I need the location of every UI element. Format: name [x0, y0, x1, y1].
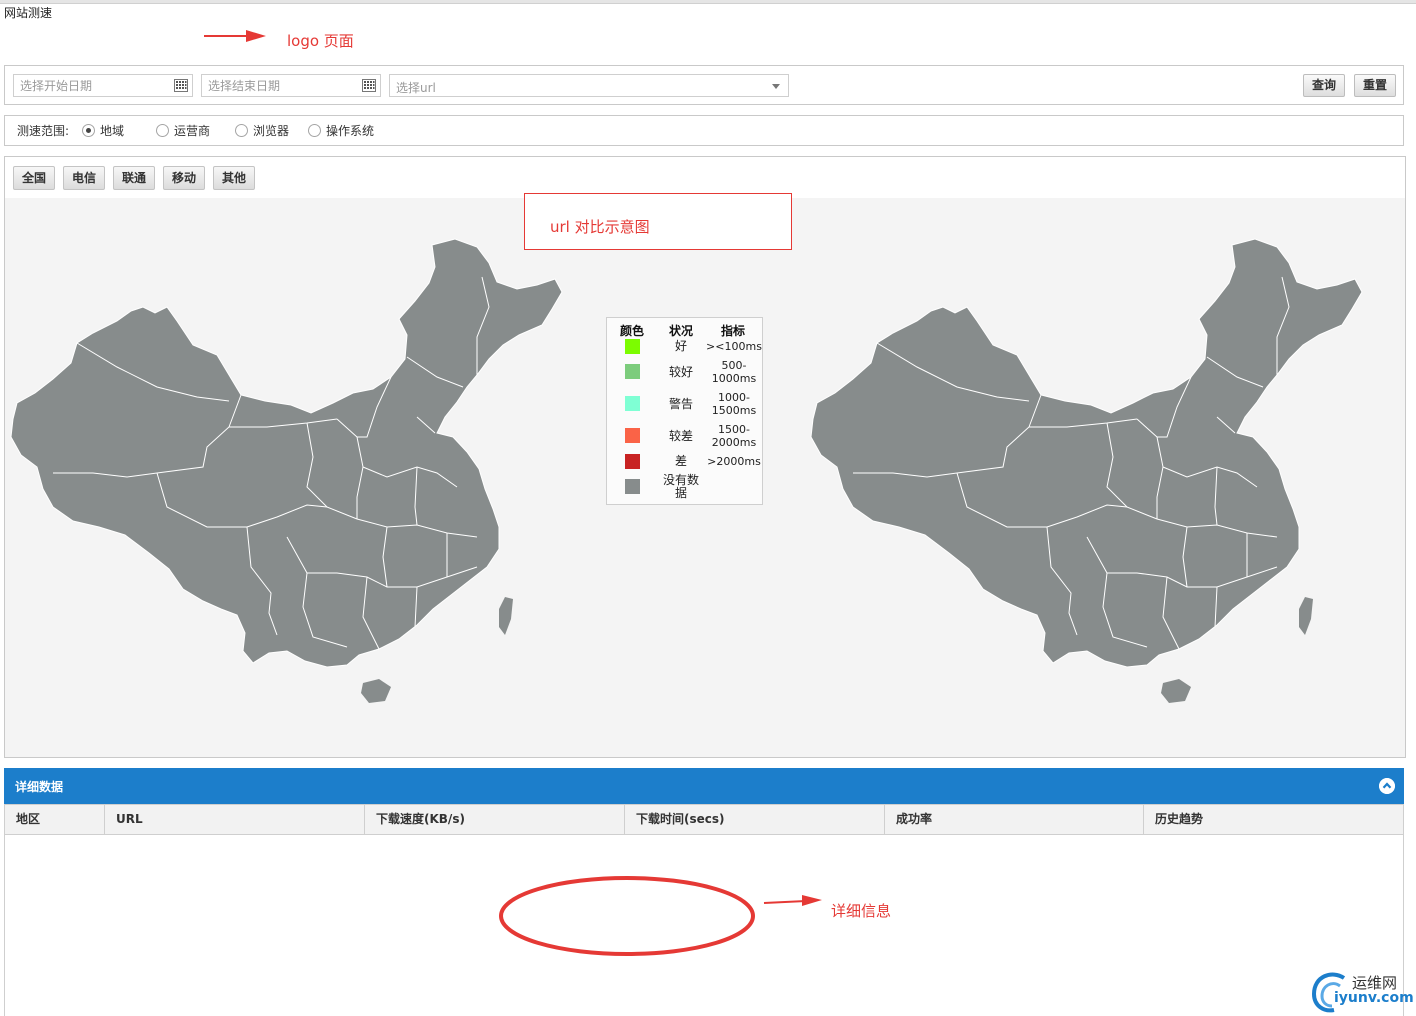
scope-label: 测速范围:: [17, 124, 70, 138]
legend: 颜色 状况 指标 好 ><100ms 较好 500-1000ms 警告 1000…: [606, 317, 763, 505]
scope-option-carrier[interactable]: 运营商: [156, 122, 210, 139]
legend-status: 警告: [668, 397, 693, 411]
legend-swatch: [625, 396, 640, 411]
detail-panel-title: 详细数据: [15, 780, 64, 794]
annotation-detail: 详细信息: [831, 902, 892, 920]
reset-button[interactable]: 重置: [1354, 74, 1396, 97]
legend-status: 差: [674, 454, 687, 468]
radio-icon[interactable]: [308, 124, 321, 137]
start-date-field[interactable]: [13, 74, 193, 97]
legend-status: 较差: [668, 429, 693, 443]
url-select[interactable]: 选择url: [389, 74, 789, 97]
end-date-field[interactable]: [201, 74, 381, 97]
url-select-placeholder: 选择url: [396, 81, 436, 95]
chevron-down-icon[interactable]: [772, 84, 780, 89]
map-region-hainan: [1161, 679, 1191, 703]
filter-bar: 选择url 查询 重置: [4, 65, 1404, 105]
legend-metric: 1000-1500ms: [711, 391, 757, 417]
legend-status: 较好: [668, 365, 693, 379]
china-map-left[interactable]: [7, 237, 565, 707]
tab-other[interactable]: 其他: [213, 166, 255, 190]
calendar-icon[interactable]: [362, 79, 376, 92]
end-date-input[interactable]: [202, 75, 352, 96]
map-panel: 全国 电信 联通 移动 其他 url 对比示意图 颜色 状况 指标 好 ><10…: [4, 156, 1406, 758]
radio-icon[interactable]: [235, 124, 248, 137]
legend-swatch: [625, 339, 640, 354]
radio-icon[interactable]: [156, 124, 169, 137]
legend-metric: >2000ms: [707, 455, 761, 468]
radio-selected-icon[interactable]: [82, 124, 95, 137]
column-header-download-time[interactable]: 下载时间(secs): [625, 805, 885, 834]
legend-metric: ><100ms: [706, 340, 762, 353]
carrier-tab-strip: 全国 电信 联通 移动 其他: [5, 157, 1405, 198]
watermark-domain: iyunv.com: [1334, 990, 1414, 1006]
legend-swatch: [625, 364, 640, 379]
china-map-right[interactable]: [807, 237, 1365, 707]
top-border: [0, 0, 1416, 4]
map-region-taiwan: [499, 597, 513, 635]
tab-national[interactable]: 全国: [13, 166, 55, 190]
scope-option-label: 浏览器: [253, 124, 290, 138]
legend-header-status: 状况: [669, 324, 694, 338]
column-header-url[interactable]: URL: [105, 805, 365, 834]
column-header-success-rate[interactable]: 成功率: [885, 805, 1144, 834]
map-region: [810, 238, 1363, 668]
annotation-arrow-logo: [204, 30, 266, 42]
legend-header-metric: 指标: [721, 324, 746, 338]
calendar-icon[interactable]: [174, 79, 188, 92]
collapse-up-icon[interactable]: [1379, 778, 1395, 794]
legend-metric: 1500-2000ms: [711, 423, 757, 449]
legend-swatch: [625, 454, 640, 469]
legend-header-color: 颜色: [620, 324, 645, 338]
annotation-ellipse: [499, 876, 755, 956]
tab-unicom[interactable]: 联通: [113, 166, 155, 190]
tab-telecom[interactable]: 电信: [63, 166, 105, 190]
detail-panel-header: 详细数据: [4, 768, 1404, 804]
legend-metric: 500-1000ms: [711, 359, 757, 385]
watermark-logo: 运维网 iyunv.com: [1310, 968, 1414, 1014]
page-title: 网站测速: [4, 6, 53, 20]
scope-option-label: 运营商: [174, 124, 211, 138]
column-header-history-trend[interactable]: 历史趋势: [1144, 805, 1403, 834]
scope-option-os[interactable]: 操作系统: [308, 122, 374, 139]
scope-bar: 测速范围: 地域 运营商 浏览器 操作系统: [4, 115, 1404, 146]
annotation-url-compare: url 对比示意图: [550, 218, 650, 236]
column-header-region[interactable]: 地区: [5, 805, 105, 834]
legend-swatch: [625, 479, 640, 494]
map-region-hainan: [361, 679, 391, 703]
annotation-logo: logo 页面: [287, 32, 354, 50]
scope-option-label: 操作系统: [326, 124, 375, 138]
legend-status: 好: [674, 339, 687, 353]
tab-mobile[interactable]: 移动: [163, 166, 205, 190]
scope-option-label: 地域: [100, 124, 125, 138]
start-date-input[interactable]: [14, 75, 164, 96]
scope-option-browser[interactable]: 浏览器: [235, 122, 289, 139]
scope-option-region[interactable]: 地域: [82, 122, 124, 139]
column-header-download-speed[interactable]: 下载速度(KB/s): [365, 805, 625, 834]
map-region: [10, 238, 563, 668]
legend-status: 没有数据: [662, 473, 699, 500]
detail-table-header: 地区 URL 下载速度(KB/s) 下载时间(secs) 成功率 历史趋势: [4, 804, 1404, 835]
map-region-taiwan: [1299, 597, 1313, 635]
annotation-arrow-detail: [763, 895, 822, 906]
legend-swatch: [625, 428, 640, 443]
query-button[interactable]: 查询: [1303, 74, 1345, 97]
